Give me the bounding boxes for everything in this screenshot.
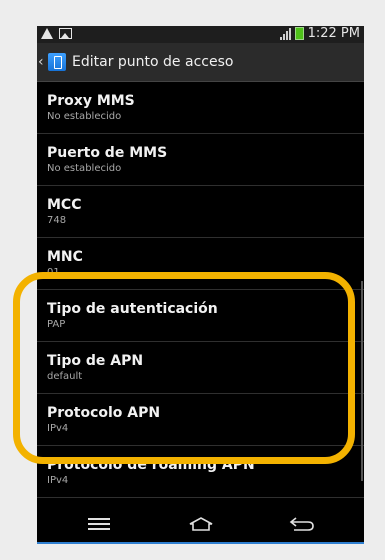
setting-title: MNC [47,249,83,265]
home-icon [189,517,213,531]
setting-row-mcc[interactable]: MCC 748 [37,186,364,238]
status-right: 1:22 PM [279,26,360,41]
signal-icon [279,27,291,40]
highlight-box [13,272,355,464]
battery-icon [294,27,304,40]
setting-value: No establecido [47,163,122,174]
menu-button[interactable] [79,506,119,542]
menu-icon [88,515,110,533]
setting-value: IPv4 [47,475,69,486]
setting-title: MCC [47,197,82,213]
status-left-icons [41,28,72,39]
navigation-bar [37,506,364,542]
chevron-left-icon[interactable]: ‹ [38,54,46,70]
warning-icon [41,28,53,39]
sim-settings-icon[interactable] [48,53,66,71]
setting-value: 748 [47,215,67,226]
back-icon [289,517,314,531]
page-title: Editar punto de acceso [72,54,234,70]
status-bar: 1:22 PM [37,26,364,43]
back-button[interactable] [282,506,322,542]
setting-title: Puerto de MMS [47,145,168,161]
image-icon [59,28,72,39]
clock: 1:22 PM [307,26,360,41]
screen-bottom-border [37,542,364,544]
title-bar[interactable]: ‹ Editar punto de acceso [37,43,364,82]
setting-value: No establecido [47,111,122,122]
setting-row-proxy-mms[interactable]: Proxy MMS No establecido [37,82,364,134]
home-button[interactable] [181,506,221,542]
scrollbar[interactable] [361,281,363,481]
setting-row-mms-port[interactable]: Puerto de MMS No establecido [37,134,364,186]
setting-title: Proxy MMS [47,93,135,109]
